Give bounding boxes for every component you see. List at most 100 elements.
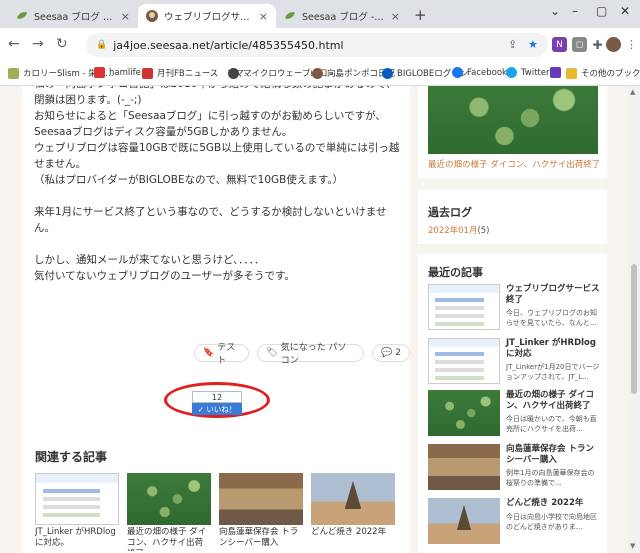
recent-post[interactable]: JT_Linker がHRDlogに対応 JT_Linkerが1月20日でバージ… xyxy=(428,338,600,390)
window-close-icon[interactable]: ✕ xyxy=(620,4,630,18)
related-heading: 関連する記事 xyxy=(35,450,108,464)
article-paragraph: しかし、通知メールが来てないと思うけど、．．．． 気付いてないウェブリブログのユ… xyxy=(34,254,295,282)
seesaa-leaf-icon xyxy=(284,10,296,22)
article-paragraph: 来年1月にサービス終了という事なので、どうするか検討しないといけません。 xyxy=(34,206,387,234)
chevron-down-icon[interactable]: ⌄ xyxy=(550,4,560,18)
forward-arrow-icon[interactable]: → xyxy=(32,36,44,52)
article-paragraph: 私の「向島ポンポコ日記」は2016年から始めて結構な数の記事があるので、閉鎖は困… xyxy=(34,86,400,186)
bookmark-item[interactable]: Twitter xyxy=(506,67,550,78)
like-button[interactable]: ✓ いいね！ xyxy=(192,403,242,415)
related-thumbnail[interactable] xyxy=(219,473,303,525)
article-body: 私の「向島ポンポコ日記」は2016年から始めて結構な数の記事があるので、閉鎖は困… xyxy=(34,86,404,284)
tab-seesaa-2[interactable]: Seesaa ブログ - 無料のブログ(blog) × xyxy=(276,4,408,28)
bookmark-favicon-icon xyxy=(8,67,19,79)
recent-post-desc: 今日は向島小学校で向島地区のどんど焼きがありま... xyxy=(506,513,597,531)
scrollbar-thumb[interactable] xyxy=(631,264,637,394)
close-icon[interactable]: × xyxy=(391,10,400,23)
folder-icon xyxy=(566,67,577,79)
like-count: 12 xyxy=(192,391,242,403)
archive-month-link[interactable]: 2022年01月 xyxy=(428,226,477,236)
recent-post-desc: 例年1月の向島蓮華保存会の桜祭りの準備で... xyxy=(506,469,595,487)
puzzle-extensions-icon[interactable]: ✚ xyxy=(590,37,605,52)
onenote-extension-icon[interactable]: N xyxy=(552,37,567,52)
page-viewport: 私の「向島ポンポコ日記」は2016年から始めて結構な数の記事があるので、閉鎖は困… xyxy=(0,86,628,553)
reload-icon[interactable]: ↻ xyxy=(56,36,68,52)
tab-weblog-active[interactable]: ウェブリブログサービス終了: 向島ポンポ × xyxy=(138,4,276,28)
bookmark-item xyxy=(550,67,565,78)
minimize-icon[interactable]: – xyxy=(572,4,578,18)
kebab-menu-icon[interactable]: ⋮ xyxy=(626,38,637,51)
recent-post-thumbnail[interactable] xyxy=(428,284,500,330)
page-scrollbar[interactable]: ▲ ▼ xyxy=(628,86,640,553)
twitter-icon xyxy=(506,67,517,78)
like-widget: 12 ✓ いいね！ xyxy=(192,391,242,415)
maximize-icon[interactable]: ▢ xyxy=(596,4,607,18)
recent-posts-title: 最近の記事 xyxy=(428,266,483,279)
sidebar-photo-widget: 最近の畑の様子 ダイコン、ハクサイ出荷終了 xyxy=(418,86,607,178)
lock-icon: 🔒 xyxy=(96,40,108,50)
tab-seesaa-1[interactable]: Seesaa ブログ - 無料のブログ(blog) × xyxy=(8,4,138,28)
bookmark-item[interactable]: Facebook xyxy=(452,67,507,78)
related-item[interactable]: 向島蓮華保存会 トランシーバー購入 xyxy=(219,473,303,551)
address-bar[interactable]: 🔒 ja4joe.seesaa.net/article/485355450.ht… xyxy=(86,33,548,57)
archive-title: 過去ログ xyxy=(428,206,472,219)
tag-test[interactable]: 🔖 テスト xyxy=(194,343,250,366)
other-bookmarks[interactable]: その他のブックマーク xyxy=(566,67,640,79)
back-arrow-icon[interactable]: ← xyxy=(8,36,20,52)
profile-avatar-icon[interactable] xyxy=(606,37,621,52)
url-text[interactable]: ja4joe.seesaa.net/article/485355450.html xyxy=(113,39,343,52)
related-item[interactable]: JT_Linker がHRDlogに対応。 xyxy=(35,473,119,551)
bookmark-favicon-icon xyxy=(550,67,561,78)
comment-count[interactable]: 💬 2 xyxy=(372,344,410,362)
recent-post-title[interactable]: 向島蓮華保存会 トランシーバー購入 xyxy=(506,444,600,466)
tag-icon: 🏷 xyxy=(266,348,278,358)
facebook-icon xyxy=(452,67,463,78)
bookmark-favicon-icon xyxy=(312,67,323,79)
close-icon[interactable]: × xyxy=(121,10,130,23)
scroll-up-icon[interactable]: ▲ xyxy=(630,88,635,96)
sidebar-photo-caption[interactable]: 最近の畑の様子 ダイコン、ハクサイ出荷終了 xyxy=(428,158,600,170)
recent-post-thumbnail[interactable] xyxy=(428,498,500,544)
seesaa-leaf-icon xyxy=(16,10,28,22)
share-icon[interactable]: ⇪ xyxy=(508,38,517,51)
tab-strip: Seesaa ブログ - 無料のブログ(blog) × ウェブリブログサービス終… xyxy=(0,0,640,28)
tab-title: ウェブリブログサービス終了: 向島ポンポ xyxy=(164,12,253,23)
extension-icon[interactable]: ◻ xyxy=(572,37,587,52)
recent-post[interactable]: どんど焼き 2022年 今日は向島小学校で向島地区のどんど焼きがありま... xyxy=(428,498,600,550)
bookmark-favicon-icon xyxy=(142,67,153,79)
related-thumbnail[interactable] xyxy=(35,473,119,525)
archive-count: (5) xyxy=(477,226,490,236)
related-thumbnail[interactable] xyxy=(127,473,211,525)
recent-post-title[interactable]: どんど焼き 2022年 xyxy=(506,498,600,509)
recent-post[interactable]: 最近の畑の様子 ダイコン、ハクサイ出荷終了 今日は暖かいので、今朝も直売所にハク… xyxy=(428,390,600,442)
recent-post-desc: 今日は暖かいので、今朝も直売所にハクサイを出荷... xyxy=(506,415,597,433)
recent-post[interactable]: ウェブリブログサービス終了 今日、ウェブリブログのお知らせを見ていたら、なんと.… xyxy=(428,284,600,336)
recent-post-title[interactable]: ウェブリブログサービス終了 xyxy=(506,284,600,306)
recent-post-thumbnail[interactable] xyxy=(428,444,500,490)
article-column: 私の「向島ポンポコ日記」は2016年から始めて結構な数の記事があるので、閉鎖は困… xyxy=(22,86,410,553)
close-icon[interactable]: × xyxy=(259,10,268,23)
bookmarks-bar: カロリーSlism - 栄養... hamlife.jp 月刊FBニュース アマ… xyxy=(0,62,640,86)
related-item[interactable]: 最近の畑の様子 ダイコン、ハクサイ出荷終了 xyxy=(127,473,211,551)
archive-entry[interactable]: 2022年01月(5) xyxy=(428,224,490,236)
bookmark-favicon-icon xyxy=(94,67,105,78)
recent-post-thumbnail[interactable] xyxy=(428,390,500,436)
new-tab-plus-icon[interactable]: + xyxy=(414,6,427,24)
recent-post[interactable]: 向島蓮華保存会 トランシーバー購入 例年1月の向島蓮華保存会の桜祭りの準備で..… xyxy=(428,444,600,496)
recent-post-title[interactable]: JT_Linker がHRDlogに対応 xyxy=(506,338,600,360)
sidebar-photo[interactable] xyxy=(428,86,598,154)
recent-post-desc: JT_Linkerが1月20日でバージョンアップされて、JT_L... xyxy=(506,363,600,381)
recent-post-thumbnail[interactable] xyxy=(428,338,500,384)
recent-post-title[interactable]: 最近の畑の様子 ダイコン、ハクサイ出荷終了 xyxy=(506,390,600,412)
scroll-down-icon[interactable]: ▼ xyxy=(630,542,635,550)
star-bookmark-icon[interactable]: ★ xyxy=(528,38,538,51)
tag-category[interactable]: 🏷 気になった パソコン xyxy=(257,343,365,366)
tag-row: 🔖 テスト 🏷 気になった パソコン 💬 2 xyxy=(194,343,410,366)
tab-title: Seesaa ブログ - 無料のブログ(blog) xyxy=(34,12,115,23)
bookmark-icon: 🔖 xyxy=(203,348,215,358)
tab-title: Seesaa ブログ - 無料のブログ(blog) xyxy=(302,12,385,23)
recent-post-desc: 今日、ウェブリブログのお知らせを見ていたら、なんと... xyxy=(506,309,597,327)
comment-icon: 💬 xyxy=(381,348,393,358)
related-thumbnail[interactable] xyxy=(311,473,395,525)
related-item[interactable]: どんど焼き 2022年 xyxy=(311,473,395,551)
